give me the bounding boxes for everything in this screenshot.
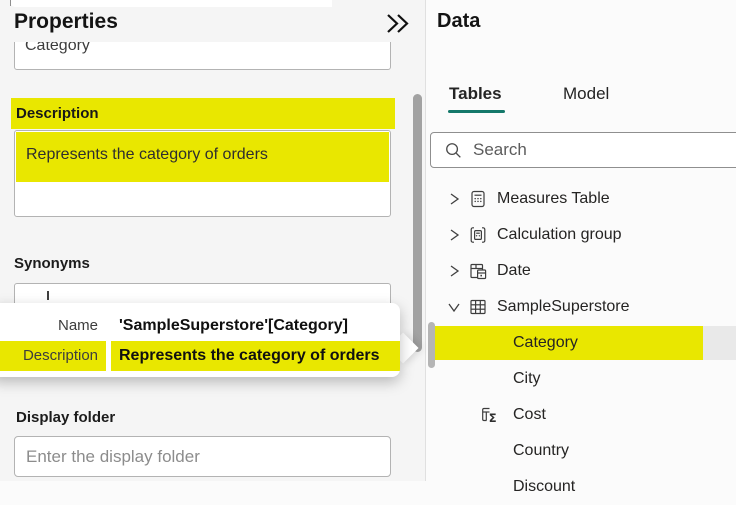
field-tooltip: Name 'SampleSuperstore'[Category] Descri… [0,303,400,377]
tab-tables[interactable]: Tables [449,84,502,104]
calculation-group-icon [468,225,488,245]
tree-item-city[interactable]: City [426,361,736,397]
tooltip-name-label: Name [0,311,106,341]
collapse-pane-button[interactable] [383,12,411,36]
tooltip-description-label: Description [0,341,106,371]
synonyms-label: Synonyms [14,255,90,272]
description-textarea[interactable]: Represents the category of orders [14,130,391,217]
tree-item-calculation-group[interactable]: Calculation group [426,217,736,253]
tree-item-label: Calculation group [497,226,622,244]
date-table-icon [468,261,488,281]
tree-item-label: Category [513,334,578,352]
measures-table-icon [468,189,488,209]
chevron-right-icon[interactable] [447,264,461,278]
data-tree: Measures Table Calculation group Date Sampl… [426,181,736,505]
description-label: Description [16,98,99,129]
clipped-element-top [10,0,332,7]
tree-scrollbar-thumb[interactable] [428,322,435,368]
tree-item-measures-table[interactable]: Measures Table [426,181,736,217]
tree-item-discount[interactable]: Discount [426,469,736,505]
tree-item-label: Date [497,262,531,280]
tree-item-country[interactable]: Country [426,433,736,469]
display-folder-input[interactable] [14,436,391,477]
display-folder-label: Display folder [16,409,115,426]
tooltip-name-value: 'SampleSuperstore'[Category] [111,311,348,341]
data-panel: Data Tables Model Measures Table Calculat… [426,0,736,481]
tree-item-date[interactable]: Date [426,253,736,289]
double-chevron-right-icon [383,12,411,36]
description-label-highlight: Description [11,98,395,129]
search-input[interactable] [473,140,736,160]
search-box[interactable] [430,132,736,168]
tree-item-label: SampleSuperstore [497,298,630,316]
text-cursor [47,291,49,300]
chevron-right-icon[interactable] [447,192,461,206]
tree-item-category[interactable]: Category [426,325,736,361]
data-panel-title: Data [437,10,480,33]
properties-panel-title: Properties [14,10,118,34]
tab-model[interactable]: Model [563,84,609,104]
description-text: Represents the category of orders [26,146,268,164]
name-input[interactable]: Category [14,42,391,70]
tooltip-name-row: Name 'SampleSuperstore'[Category] [0,311,400,341]
name-field-clipped-region: Category [14,42,391,70]
active-tab-underline [448,110,505,113]
tree-item-label: City [513,370,541,388]
sum-column-icon: Σ [479,405,499,425]
tree-item-label: Country [513,442,569,460]
tree-item-label: Cost [513,406,546,424]
tree-item-cost[interactable]: Σ Cost [426,397,736,433]
properties-panel: Properties Category Description Represen… [0,0,425,481]
tree-item-label: Measures Table [497,190,610,208]
table-icon [468,297,488,317]
tree-item-samplesuperstore[interactable]: SampleSuperstore [426,289,736,325]
tooltip-description-value: Represents the category of orders [111,341,400,371]
properties-scrollbar-thumb[interactable] [413,94,422,352]
clipped-element-edge [10,0,11,6]
chevron-right-icon[interactable] [447,228,461,242]
tooltip-description-row: Description Represents the category of o… [0,341,400,371]
search-icon [444,141,463,160]
app-root: { "properties_panel": { "title": "Proper… [0,0,736,481]
chevron-down-icon[interactable] [447,300,461,314]
svg-text:Σ: Σ [489,411,497,425]
